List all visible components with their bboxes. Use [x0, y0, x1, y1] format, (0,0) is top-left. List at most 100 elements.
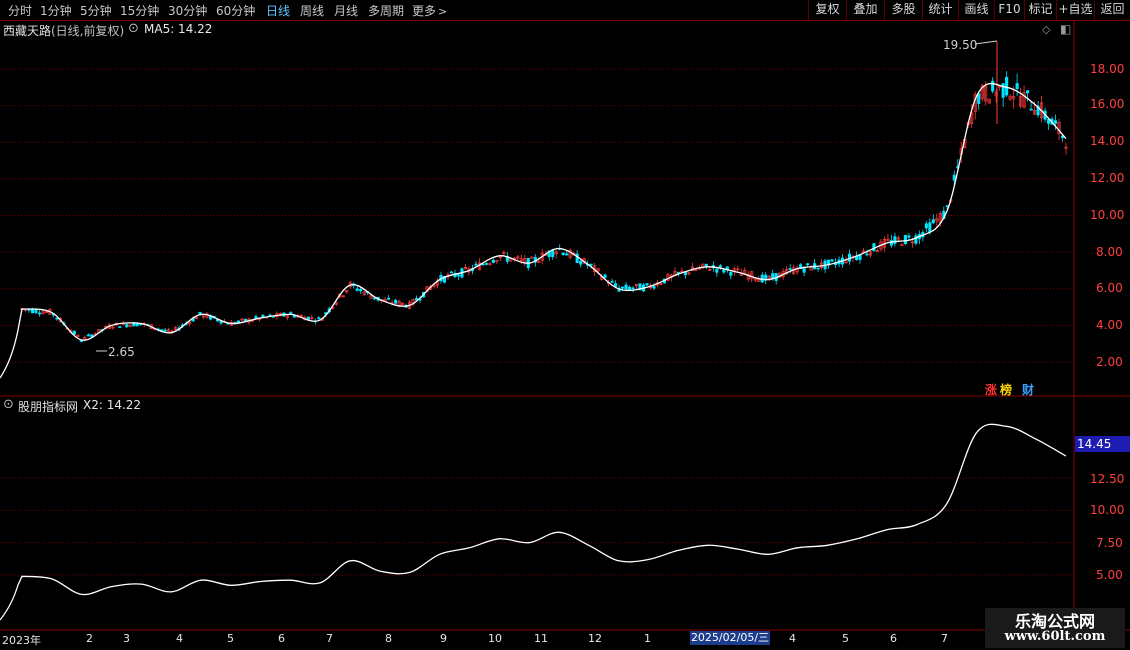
sub-y-tick: 5.00 — [1096, 568, 1123, 582]
low-price-label: 2.65 — [108, 345, 135, 359]
candle-body — [802, 268, 806, 273]
x-axis-month: 3 — [123, 632, 130, 645]
candle-body — [771, 273, 775, 279]
x-axis-month: 7 — [326, 632, 333, 645]
x-axis-month: 12 — [588, 632, 602, 645]
candle-body — [530, 256, 534, 259]
candle-body — [219, 321, 223, 324]
high-price-label: 19.50 — [943, 38, 978, 52]
candle-body — [355, 288, 359, 291]
x2-label: X2: 14.22 — [83, 398, 142, 412]
x-axis-month: 6 — [278, 632, 285, 645]
candle-body — [394, 299, 398, 304]
candle-body — [621, 286, 625, 289]
candle-body — [163, 329, 167, 332]
candle-body — [991, 80, 995, 92]
candle-body — [236, 320, 241, 323]
candle-body — [72, 330, 76, 335]
candle-body — [704, 263, 708, 267]
sub-y-tick: 7.50 — [1096, 536, 1123, 550]
candle-body — [624, 284, 628, 290]
y-tick: 2.00 — [1096, 355, 1123, 369]
panel-toggle-icon[interactable]: ◧ — [1060, 22, 1071, 36]
candle-body — [561, 252, 565, 256]
candle-body — [924, 223, 928, 229]
high-marker-line — [974, 40, 998, 45]
candle-body — [977, 93, 981, 104]
candle-body — [865, 253, 869, 256]
candle-body — [484, 263, 488, 265]
x-axis-month: 9 — [440, 632, 447, 645]
y-tick: 12.00 — [1090, 171, 1125, 185]
x2-line — [0, 423, 1067, 621]
x-axis-month: 4 — [176, 632, 183, 645]
candle-body — [603, 274, 607, 278]
x-axis-month: 7 — [941, 632, 948, 645]
candle-body — [627, 286, 632, 291]
x-axis-month: 11 — [534, 632, 548, 645]
candle-body — [254, 316, 258, 319]
candle-body — [788, 268, 792, 270]
kline-chart[interactable] — [0, 0, 1130, 650]
candle-body — [722, 269, 726, 273]
candle-body — [614, 283, 618, 287]
stock-name: 西藏天路 — [3, 24, 52, 38]
candle-body — [1026, 90, 1030, 94]
y-tick: 18.00 — [1090, 62, 1125, 76]
candle-body — [118, 326, 122, 328]
candle-body — [718, 265, 722, 268]
x-axis-month: 2 — [86, 632, 93, 645]
indicator-name: 股朋指标网 — [18, 400, 79, 414]
candle-body — [579, 260, 583, 265]
candle-body — [816, 267, 820, 270]
settings-circle-icon[interactable]: ⊙ — [3, 397, 14, 412]
settings-circle-icon[interactable]: ⊙ — [128, 21, 139, 36]
candle-body — [830, 259, 834, 262]
diamond-icon[interactable]: ◇ — [1042, 23, 1050, 36]
candle-body — [652, 285, 656, 289]
candle-body — [79, 340, 83, 343]
candle-body — [30, 308, 35, 314]
x-axis-month: 5 — [227, 632, 234, 645]
y-tick: 6.00 — [1096, 281, 1123, 295]
y-tick: 10.00 — [1090, 208, 1125, 222]
candle-body — [715, 268, 719, 273]
finance-badge[interactable]: 财 — [1022, 381, 1034, 398]
y-tick: 4.00 — [1096, 318, 1123, 332]
candle-body — [806, 263, 810, 265]
candle-body — [1053, 120, 1058, 124]
y-tick: 8.00 — [1096, 245, 1123, 259]
crosshair-date-box: 2025/02/05/三 — [690, 631, 770, 645]
y-tick: 14.00 — [1090, 134, 1125, 148]
sub-y-tick: 12.50 — [1090, 472, 1125, 486]
candle-body — [931, 219, 935, 224]
candle-body — [645, 283, 649, 286]
ranking-badge[interactable]: 榜 — [1000, 381, 1012, 398]
chart-mode: (日线,前复权) — [51, 24, 125, 38]
candle-body — [449, 271, 454, 274]
main-grid — [0, 68, 1074, 363]
candle-body — [317, 317, 321, 320]
ma5-label: MA5: 14.22 — [144, 22, 213, 36]
candle-body — [289, 312, 293, 315]
candle-body — [565, 253, 569, 256]
candlesticks — [20, 41, 1068, 343]
candle-body — [889, 240, 893, 246]
candle-body — [928, 222, 932, 233]
x-axis-year-label: 2023年 — [2, 634, 41, 647]
candle-body — [1015, 83, 1019, 90]
candle-body — [1029, 108, 1033, 111]
candle-body — [474, 263, 478, 266]
ma5-line — [0, 82, 1067, 379]
candle-body — [893, 236, 897, 244]
candle-body — [903, 234, 907, 245]
candle-body — [37, 312, 42, 315]
limit-up-badge[interactable]: 涨 — [985, 381, 997, 398]
candle-body — [589, 263, 593, 266]
candle-body — [456, 274, 461, 277]
candle-body — [34, 309, 38, 314]
sub-y-tick: 10.00 — [1090, 503, 1125, 517]
candle-body — [907, 235, 911, 238]
x-axis-month: 8 — [385, 632, 392, 645]
candle-body — [387, 297, 391, 300]
